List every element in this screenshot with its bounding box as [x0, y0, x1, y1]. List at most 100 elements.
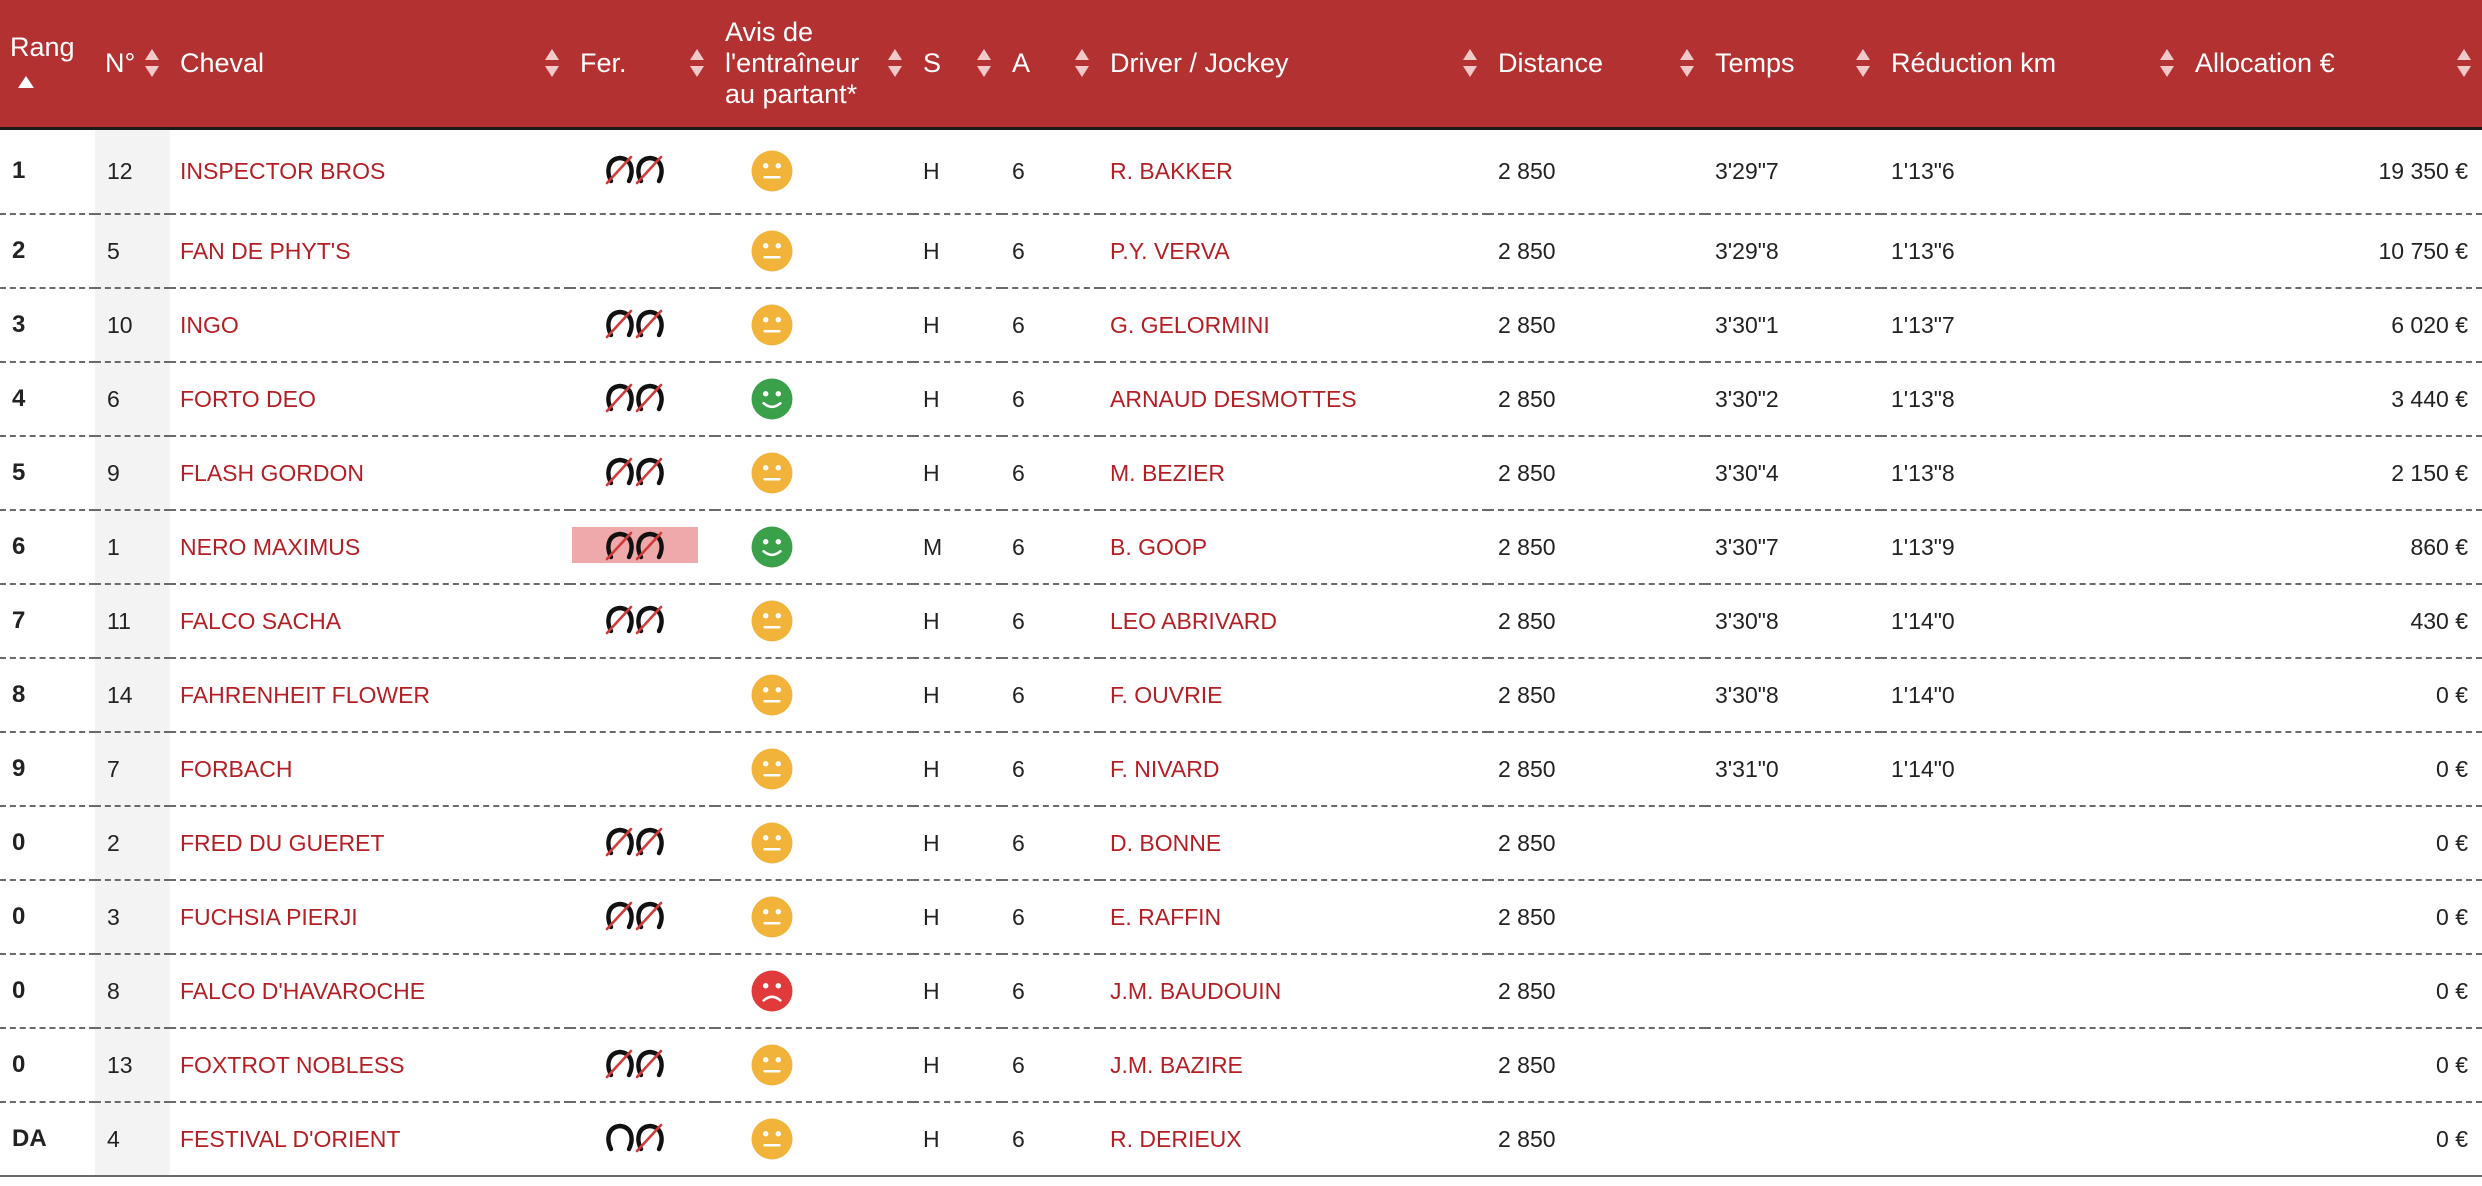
table-row: 6 1 NERO MAXIMUS M 6 B. GOOP 2 850 3'30"…: [0, 510, 2482, 584]
table-row: 2 5 FAN DE PHYT'S H 6 P.Y. VERVA 2 850 3…: [0, 214, 2482, 288]
jockey-link[interactable]: R. BAKKER: [1100, 128, 1488, 214]
cell-temps: 3'31"0: [1715, 755, 1779, 782]
cell-rang: 0: [12, 829, 26, 856]
column-label-rang: Rang: [10, 31, 75, 62]
column-header-num[interactable]: N°: [95, 0, 170, 130]
cell-distance: 2 850: [1498, 157, 1556, 184]
column-header-rang[interactable]: Rang: [0, 0, 95, 130]
horse-link[interactable]: FRED DU GUERET: [170, 806, 570, 880]
column-header-temps[interactable]: Temps: [1705, 0, 1881, 130]
horse-link[interactable]: FESTIVAL D'ORIENT: [170, 1102, 570, 1176]
cell-rang: 4: [12, 385, 26, 412]
cell-rang: 0: [12, 1051, 26, 1078]
cell-allocation: 10 750 €: [2378, 237, 2468, 264]
cell-temps: [1705, 954, 1881, 1028]
column-label-cheval: Cheval: [180, 47, 265, 78]
trainer-opinion-icon: [715, 822, 913, 864]
cell-allocation: 0 €: [2436, 755, 2468, 782]
cell-temps: 3'30"1: [1715, 311, 1779, 338]
cell-distance: 2 850: [1498, 237, 1556, 264]
cell-age: 6: [1012, 459, 1025, 486]
cell-fer: [570, 1028, 715, 1102]
cell-fer: [570, 362, 715, 436]
cell-distance: 2 850: [1498, 755, 1556, 782]
cell-rang: 6: [12, 533, 26, 560]
horse-link[interactable]: NERO MAXIMUS: [170, 510, 570, 584]
cell-num: 3: [95, 880, 170, 954]
jockey-link[interactable]: F. NIVARD: [1100, 732, 1488, 806]
horse-link[interactable]: FAN DE PHYT'S: [170, 214, 570, 288]
horse-link[interactable]: INSPECTOR BROS: [170, 128, 570, 214]
cell-avis: [715, 214, 913, 288]
cell-age: 6: [1012, 237, 1025, 264]
cell-distance: 2 850: [1498, 903, 1556, 930]
jockey-link[interactable]: B. GOOP: [1100, 510, 1488, 584]
cell-allocation: 0 €: [2436, 1125, 2468, 1152]
column-label-avis: Avis de l'entraîneur au partant*: [725, 16, 860, 109]
jockey-link[interactable]: E. RAFFIN: [1100, 880, 1488, 954]
cell-reduction: [1881, 1102, 2185, 1176]
trainer-opinion-icon: [715, 150, 913, 192]
trainer-opinion-icon: [715, 970, 913, 1012]
jockey-link[interactable]: M. BEZIER: [1100, 436, 1488, 510]
cell-temps: 3'29"8: [1715, 237, 1779, 264]
jockey-link[interactable]: F. OUVRIE: [1100, 658, 1488, 732]
jockey-link[interactable]: R. DERIEUX: [1100, 1102, 1488, 1176]
cell-age: 6: [1012, 607, 1025, 634]
horse-link[interactable]: FORBACH: [170, 732, 570, 806]
trainer-opinion-icon: [715, 674, 913, 716]
column-header-sexe[interactable]: S: [913, 0, 1002, 130]
cell-reduction: 1'13"6: [1891, 237, 1955, 264]
column-header-age[interactable]: A: [1002, 0, 1100, 130]
cell-rang: 9: [12, 755, 26, 782]
horse-link[interactable]: FALCO SACHA: [170, 584, 570, 658]
column-header-allocation[interactable]: Allocation €: [2185, 0, 2482, 130]
table-row: 0 2 FRED DU GUERET H 6 D. BONNE 2 850 0 …: [0, 806, 2482, 880]
column-header-cheval[interactable]: Cheval: [170, 0, 570, 130]
jockey-link[interactable]: G. GELORMINI: [1100, 288, 1488, 362]
cell-fer: [570, 880, 715, 954]
cell-reduction: 1'13"9: [1891, 533, 1955, 560]
cell-fer: [570, 214, 715, 288]
horse-link[interactable]: FOXTROT NOBLESS: [170, 1028, 570, 1102]
jockey-link[interactable]: J.M. BAUDOUIN: [1100, 954, 1488, 1028]
cell-avis: [715, 880, 913, 954]
cell-avis: [715, 954, 913, 1028]
cell-num: 12: [95, 128, 170, 214]
shoeing-icon: [572, 379, 698, 415]
cell-distance: 2 850: [1498, 311, 1556, 338]
jockey-link[interactable]: P.Y. VERVA: [1100, 214, 1488, 288]
cell-age: 6: [1012, 385, 1025, 412]
sort-icon: [1074, 48, 1090, 78]
cell-temps: [1705, 1102, 1881, 1176]
trainer-opinion-icon: [715, 896, 913, 938]
column-header-distance[interactable]: Distance: [1488, 0, 1705, 130]
horse-link[interactable]: FALCO D'HAVAROCHE: [170, 954, 570, 1028]
jockey-link[interactable]: J.M. BAZIRE: [1100, 1028, 1488, 1102]
cell-sexe: H: [923, 1051, 940, 1078]
cell-age: 6: [1012, 311, 1025, 338]
column-header-fer[interactable]: Fer.: [570, 0, 715, 130]
shoeing-icon: [572, 674, 698, 710]
horse-link[interactable]: INGO: [170, 288, 570, 362]
cell-sexe: H: [923, 755, 940, 782]
jockey-link[interactable]: LEO ABRIVARD: [1100, 584, 1488, 658]
jockey-link[interactable]: ARNAUD DESMOTTES: [1100, 362, 1488, 436]
column-header-reduction[interactable]: Réduction km: [1881, 0, 2185, 130]
column-header-avis[interactable]: Avis de l'entraîneur au partant*: [715, 0, 913, 130]
horse-link[interactable]: FORTO DEO: [170, 362, 570, 436]
jockey-link[interactable]: D. BONNE: [1100, 806, 1488, 880]
column-header-jockey[interactable]: Driver / Jockey: [1100, 0, 1488, 130]
cell-fer: [570, 954, 715, 1028]
horse-link[interactable]: FLASH GORDON: [170, 436, 570, 510]
horse-link[interactable]: FAHRENHEIT FLOWER: [170, 658, 570, 732]
horse-link[interactable]: FUCHSIA PIERJI: [170, 880, 570, 954]
sort-ascending-icon: [18, 64, 34, 95]
sort-icon: [887, 48, 903, 78]
column-label-sexe: S: [923, 47, 942, 78]
trainer-opinion-icon: [715, 378, 913, 420]
trainer-opinion-icon: [715, 304, 913, 346]
cell-sexe: H: [923, 459, 940, 486]
cell-num: 11: [95, 584, 170, 658]
cell-avis: [715, 288, 913, 362]
